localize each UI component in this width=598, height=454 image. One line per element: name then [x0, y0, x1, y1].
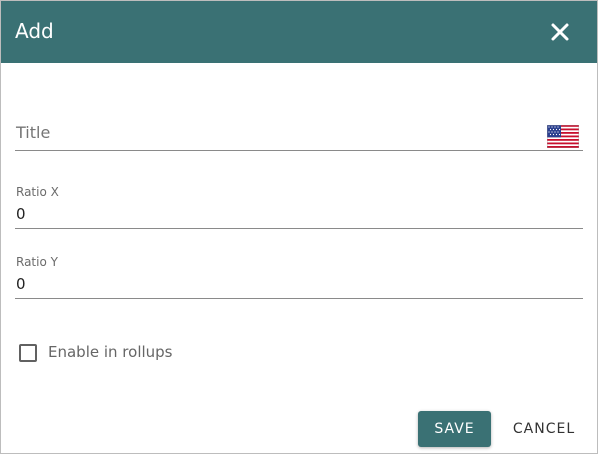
ratio-y-value[interactable]: 0	[16, 275, 26, 293]
title-underline	[15, 150, 583, 151]
title-placeholder: Title	[16, 123, 51, 142]
ratio-y-underline	[15, 298, 583, 299]
save-button[interactable]: SAVE	[418, 411, 491, 447]
us-flag-icon[interactable]	[547, 125, 579, 148]
cancel-button[interactable]: CANCEL	[501, 411, 587, 447]
ratio-x-field[interactable]: Ratio X 0	[15, 181, 583, 229]
ratio-x-underline	[15, 228, 583, 229]
dialog-title: Add	[15, 19, 54, 43]
ratio-x-label: Ratio X	[16, 185, 59, 199]
close-icon	[551, 23, 569, 41]
title-field[interactable]: Title	[15, 113, 583, 151]
ratio-x-value[interactable]: 0	[16, 205, 26, 223]
dialog-header: Add	[1, 1, 597, 63]
close-button[interactable]	[547, 19, 573, 45]
enable-rollups-label[interactable]: Enable in rollups	[48, 343, 173, 361]
enable-rollups-checkbox[interactable]	[19, 344, 37, 362]
ratio-y-label: Ratio Y	[16, 255, 58, 269]
add-dialog: Add Title Ratio X 0 Ratio Y 0 Enable in …	[0, 0, 598, 454]
ratio-y-field[interactable]: Ratio Y 0	[15, 251, 583, 299]
